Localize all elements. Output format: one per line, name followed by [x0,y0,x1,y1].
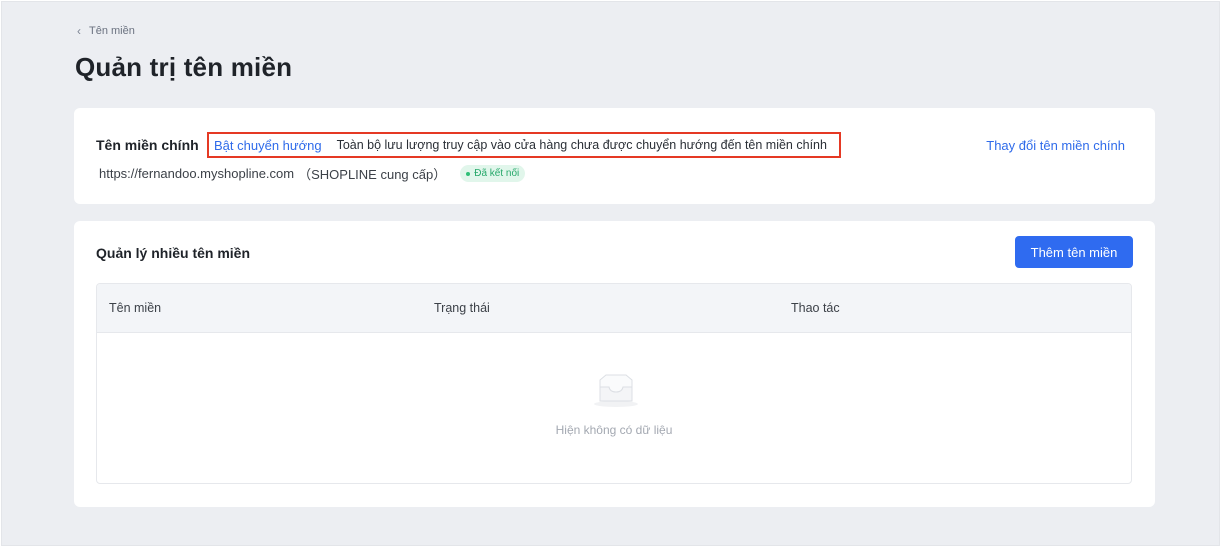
status-text: Đã kết nối [474,168,520,179]
add-domain-button[interactable]: Thêm tên miền [1015,236,1133,268]
empty-state: Hiện không có dữ liệu [97,333,1131,483]
column-header-actions: Thao tác [791,301,840,315]
domain-table: Tên miền Trạng thái Thao tác Hiện không … [96,283,1132,484]
change-primary-domain-link[interactable]: Thay đổi tên miền chính [986,138,1125,153]
chevron-left-icon: ‹ [77,24,81,38]
primary-domain-row: https://fernandoo.myshopline.com （SHOPLI… [99,164,526,183]
column-header-domain: Tên miền [109,301,162,315]
breadcrumb[interactable]: ‹ Tên miền [77,25,135,37]
domain-provider: （SHOPLINE cung cấp） [298,167,447,182]
multi-domain-title: Quản lý nhiều tên miền [96,245,251,261]
page-title: Quản trị tên miền [75,52,293,82]
redirect-description: Toàn bộ lưu lượng truy cập vào cửa hàng … [336,138,827,152]
primary-domain-card: Tên miền chính Bật chuyển hướng Toàn bộ … [74,108,1155,204]
status-badge: Đã kết nối [460,165,526,182]
column-header-status: Trạng thái [434,301,490,315]
empty-state-text: Hiện không có dữ liệu [555,423,673,437]
primary-domain-url: https://fernandoo.myshopline.com [99,166,295,181]
table-header: Tên miền Trạng thái Thao tác [97,284,1131,333]
page-background: ‹ Tên miền Quản trị tên miền Tên miền ch… [1,1,1220,546]
multi-domain-card: Quản lý nhiều tên miền Thêm tên miền Tên… [74,221,1155,507]
redirect-highlight-box: Bật chuyển hướng Toàn bộ lưu lượng truy … [207,132,841,158]
status-dot-icon [466,171,471,176]
enable-redirect-link[interactable]: Bật chuyển hướng [214,138,322,153]
primary-domain-label: Tên miền chính [96,137,199,153]
breadcrumb-back-label[interactable]: Tên miền [89,25,135,37]
inbox-icon [594,374,638,407]
